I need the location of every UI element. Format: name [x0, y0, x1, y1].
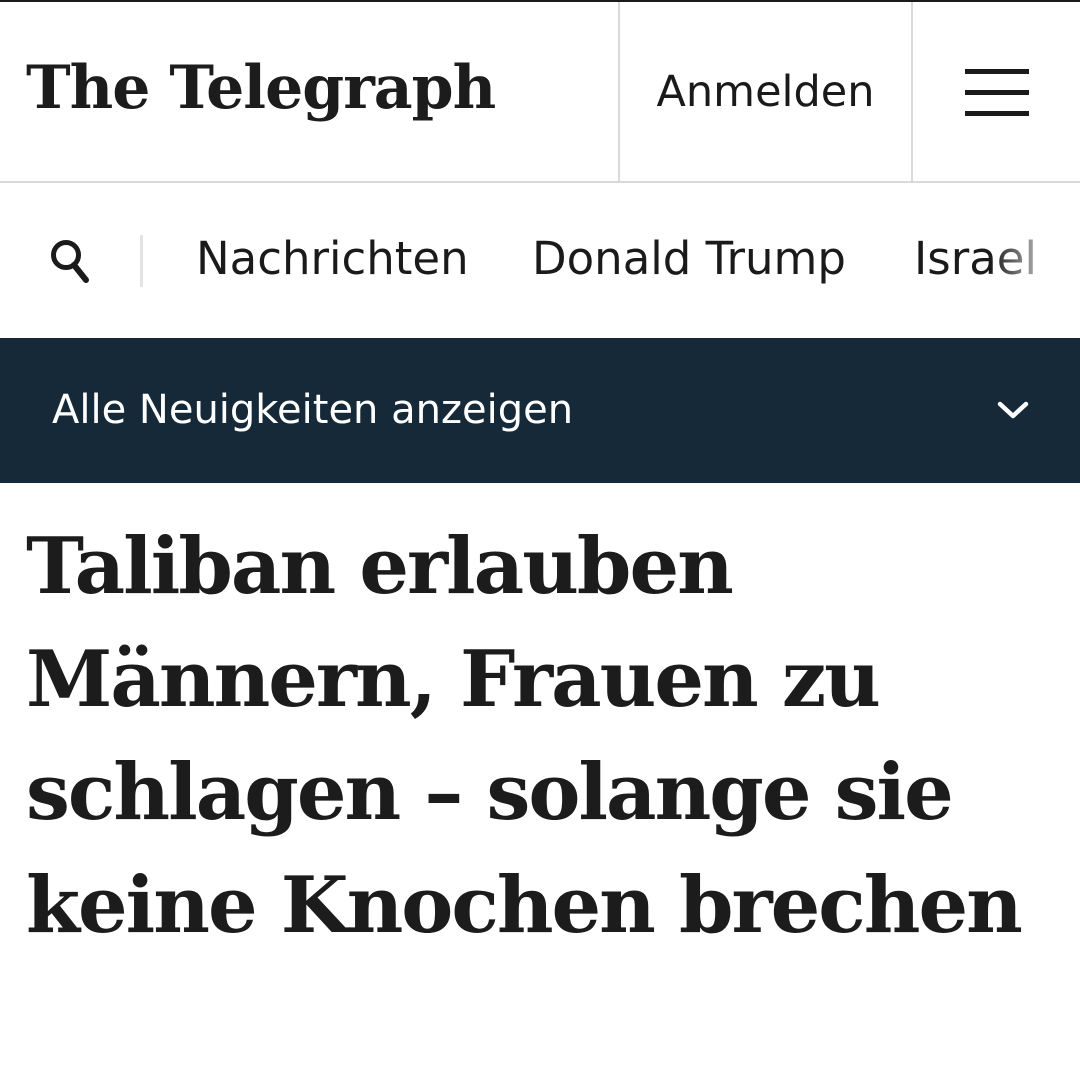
nav-item-israel[interactable]: Israel	[914, 229, 1037, 289]
search-button[interactable]	[48, 237, 92, 285]
menu-button[interactable]	[913, 2, 1080, 183]
article-headline: Taliban erlauben Männern, Frauen zu schl…	[26, 521, 1023, 951]
login-button[interactable]: Anmelden	[620, 62, 911, 122]
all-news-label: Alle Neuigkeiten anzeigen	[52, 387, 574, 433]
all-news-banner[interactable]: Alle Neuigkeiten anzeigen	[0, 338, 1080, 483]
search-icon	[51, 240, 89, 283]
nav-item-donald-trump[interactable]: Donald Trump	[532, 229, 846, 289]
section-nav: Nachrichten Donald Trump Israel	[0, 183, 1080, 338]
nav-item-nachrichten[interactable]: Nachrichten	[196, 229, 469, 289]
telegraph-logo[interactable]: The Telegraph	[26, 48, 496, 128]
nav-separator	[140, 235, 143, 287]
site-header: The Telegraph Anmelden	[0, 0, 1080, 183]
chevron-down-icon	[997, 401, 1029, 419]
